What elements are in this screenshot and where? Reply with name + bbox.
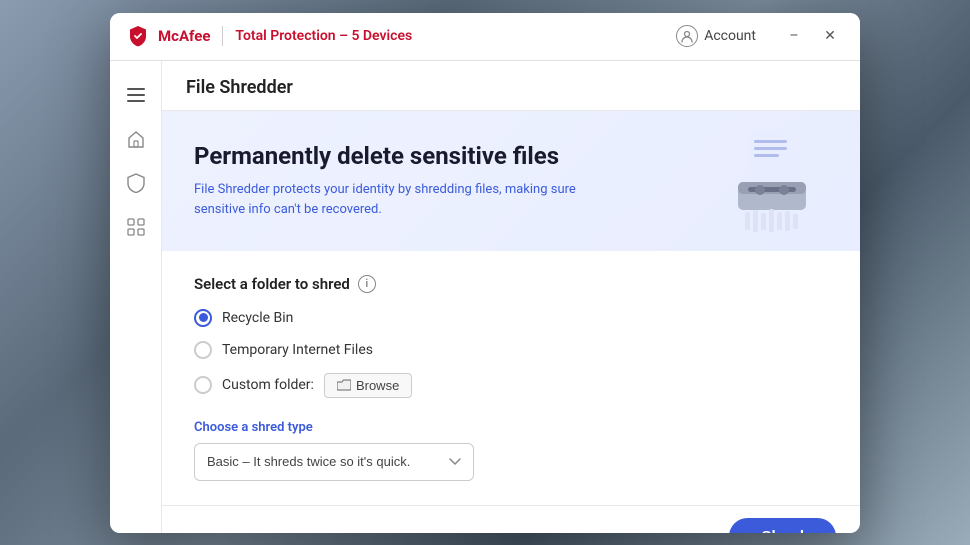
shred-type-label: Choose a shred type xyxy=(194,420,828,435)
mcafee-logo: McAfee xyxy=(126,24,210,48)
radio-recycle-bin[interactable]: Recycle Bin xyxy=(194,309,828,327)
radio-temp-files-label: Temporary Internet Files xyxy=(222,342,373,358)
content-area: File Shredder Permanently delete sensiti… xyxy=(162,61,860,533)
shred-type-dropdown[interactable]: Basic – It shreds twice so it's quick. E… xyxy=(194,443,474,481)
page-title: File Shredder xyxy=(186,77,293,98)
radio-custom-folder-circle xyxy=(194,376,212,394)
browse-label: Browse xyxy=(356,378,399,393)
radio-recycle-bin-dot xyxy=(199,313,208,322)
sidebar-apps-icon[interactable] xyxy=(118,209,154,245)
main-window: McAfee Total Protection – 5 Devices Acco… xyxy=(110,13,860,533)
main-layout: File Shredder Permanently delete sensiti… xyxy=(110,61,860,533)
form-section: Select a folder to shred i Recycle Bin xyxy=(162,251,860,505)
page-header: File Shredder xyxy=(162,61,860,111)
hero-description: File Shredder protects your identity by … xyxy=(194,180,614,219)
folder-icon xyxy=(337,379,351,391)
title-divider xyxy=(222,26,223,46)
browse-button[interactable]: Browse xyxy=(324,373,412,398)
brand-name: McAfee xyxy=(158,27,210,45)
account-button[interactable]: Account xyxy=(668,21,764,51)
folder-radio-group: Recycle Bin Temporary Internet Files Cus… xyxy=(194,309,828,398)
hero-heading: Permanently delete sensitive files xyxy=(194,142,614,170)
radio-recycle-bin-label: Recycle Bin xyxy=(222,310,293,326)
sidebar-menu-icon[interactable] xyxy=(118,77,154,113)
hero-section: Permanently delete sensitive files File … xyxy=(162,111,860,251)
hero-text: Permanently delete sensitive files File … xyxy=(194,142,614,219)
account-icon xyxy=(676,25,698,47)
radio-recycle-bin-circle xyxy=(194,309,212,327)
title-bar: McAfee Total Protection – 5 Devices Acco… xyxy=(110,13,860,61)
bottom-bar: Shred xyxy=(162,505,860,533)
radio-temp-files-circle xyxy=(194,341,212,359)
shredder-illustration xyxy=(718,126,828,236)
minimize-button[interactable]: – xyxy=(780,22,808,50)
close-button[interactable]: ✕ xyxy=(816,22,844,50)
folder-section-label: Select a folder to shred i xyxy=(194,275,828,293)
mcafee-shield-icon xyxy=(126,24,150,48)
sidebar-shield-icon[interactable] xyxy=(118,165,154,201)
sidebar-home-icon[interactable] xyxy=(118,121,154,157)
app-title: Total Protection – 5 Devices xyxy=(235,28,412,44)
info-icon[interactable]: i xyxy=(358,275,376,293)
folder-label-text: Select a folder to shred xyxy=(194,275,350,293)
radio-custom-folder-label: Custom folder: xyxy=(222,377,314,393)
file-shredder-link[interactable]: File Shredder xyxy=(194,182,270,197)
window-controls: – ✕ xyxy=(780,22,844,50)
radio-custom-folder[interactable]: Custom folder: Browse xyxy=(194,373,828,398)
shred-button[interactable]: Shred xyxy=(729,518,836,533)
account-label: Account xyxy=(704,28,756,44)
radio-temp-files[interactable]: Temporary Internet Files xyxy=(194,341,828,359)
sidebar xyxy=(110,61,162,533)
